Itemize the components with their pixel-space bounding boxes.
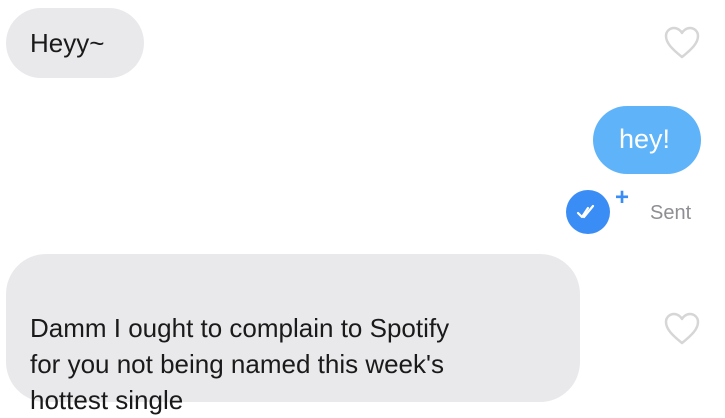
like-heart-icon[interactable]	[664, 312, 700, 345]
message-text: hey!	[619, 124, 671, 154]
outgoing-message-bubble[interactable]: hey!	[593, 106, 701, 174]
message-status: Sent	[650, 202, 692, 224]
message-text: Heyy~	[30, 28, 105, 58]
read-receipt-badge	[566, 190, 610, 234]
double-check-icon	[576, 204, 595, 219]
add-reaction-plus-icon[interactable]: +	[615, 186, 629, 210]
incoming-message-bubble[interactable]: Damm I ought to complain to Spotify for …	[6, 254, 580, 415]
message-text: Damm I ought to complain to Spotify for …	[30, 313, 450, 415]
like-heart-icon[interactable]	[664, 26, 700, 59]
read-receipt[interactable]	[566, 190, 614, 234]
incoming-message-bubble[interactable]: Heyy~	[6, 8, 144, 78]
